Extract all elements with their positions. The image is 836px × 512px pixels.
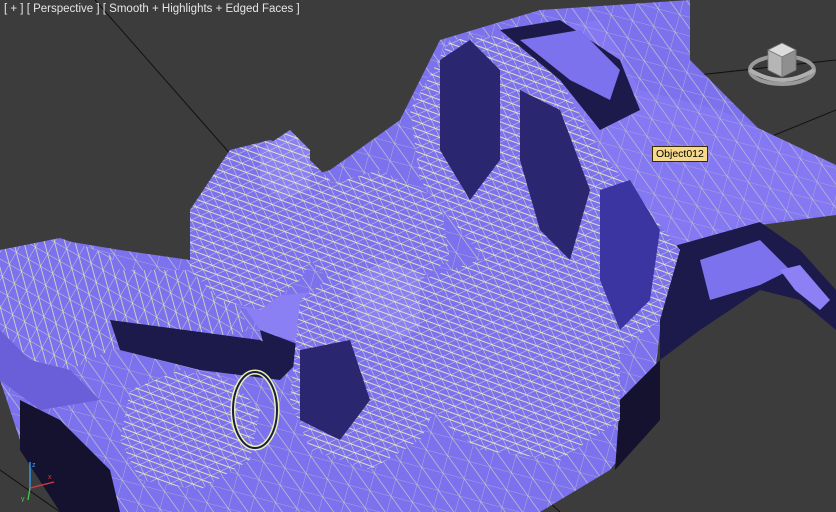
svg-text:x: x — [48, 474, 52, 481]
viewport-view-name[interactable]: [ Perspective ] — [27, 3, 100, 15]
viewport-menu-plus[interactable]: [ + ] — [4, 3, 24, 15]
svg-text:z: z — [32, 462, 36, 469]
axis-tripod-icon: z x y — [21, 462, 55, 502]
perspective-viewport[interactable]: [ + ] [ Perspective ] [ Smooth + Highlig… — [0, 0, 836, 512]
viewport-shading-mode[interactable]: [ Smooth + Highlights + Edged Faces ] — [103, 3, 300, 15]
svg-text:y: y — [21, 496, 25, 502]
viewcube-icon[interactable] — [746, 30, 818, 92]
viewport-label: [ + ] [ Perspective ] [ Smooth + Highlig… — [4, 3, 300, 15]
object-name-tooltip: Object012 — [652, 146, 708, 162]
car-interior-mesh[interactable] — [0, 0, 836, 512]
